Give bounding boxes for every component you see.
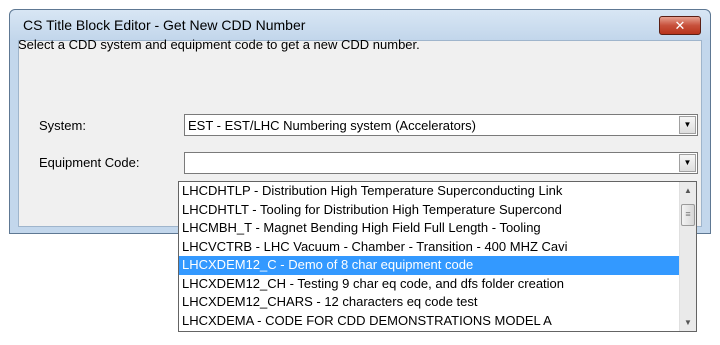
dropdown-scrollbar[interactable]: ▲ ≡ ▼ — [679, 182, 696, 331]
dropdown-list-item[interactable]: LHCXDEM12_C - Demo of 8 char equipment c… — [179, 256, 679, 275]
close-icon: ✕ — [674, 18, 686, 33]
dropdown-list-item[interactable]: LHCXDEM12_CH - Testing 9 char eq code, a… — [179, 275, 679, 294]
grip-icon: ≡ — [685, 209, 691, 219]
system-value: EST - EST/LHC Numbering system (Accelera… — [188, 118, 476, 133]
system-combobox[interactable]: EST - EST/LHC Numbering system (Accelera… — [184, 114, 698, 136]
dropdown-list-item[interactable]: LHCDHTLT - Tooling for Distribution High… — [179, 201, 679, 220]
equipment-code-dropdown-button[interactable]: ▼ — [679, 154, 696, 172]
scroll-up-button[interactable]: ▲ — [680, 182, 696, 199]
dropdown-list-item[interactable]: LHCMBH_T - Magnet Bending High Field Ful… — [179, 219, 679, 238]
instruction-text: Select a CDD system and equipment code t… — [18, 37, 420, 52]
scroll-thumb[interactable]: ≡ — [681, 204, 695, 226]
scroll-up-icon: ▲ — [684, 186, 692, 195]
dropdown-list-item[interactable]: LHCXDEM12_CHARS - 12 characters eq code … — [179, 293, 679, 312]
title-bar[interactable]: CS Title Block Editor - Get New CDD Numb… — [10, 10, 710, 40]
system-label: System: — [39, 118, 86, 133]
system-dropdown-button[interactable]: ▼ — [679, 116, 696, 134]
dropdown-list-item[interactable]: LHCVCTRB - LHC Vacuum - Chamber - Transi… — [179, 238, 679, 257]
dropdown-list-item[interactable]: LHCXDEMA - CODE FOR CDD DEMONSTRATIONS M… — [179, 312, 679, 331]
dropdown-list-item[interactable]: LHCDHTLP - Distribution High Temperature… — [179, 182, 679, 201]
equipment-code-combobox[interactable]: ▼ — [184, 152, 698, 174]
chevron-down-icon: ▼ — [683, 120, 692, 129]
window-title: CS Title Block Editor - Get New CDD Numb… — [23, 17, 306, 33]
dropdown-items: LHCDHTLP - Distribution High Temperature… — [179, 182, 679, 330]
chevron-down-icon: ▼ — [683, 158, 692, 167]
scroll-down-button[interactable]: ▼ — [680, 314, 696, 331]
close-button[interactable]: ✕ — [659, 16, 701, 35]
scroll-down-icon: ▼ — [684, 318, 692, 327]
equipment-code-label: Equipment Code: — [39, 155, 140, 170]
equipment-code-dropdown-list[interactable]: LHCDHTLP - Distribution High Temperature… — [178, 181, 697, 332]
